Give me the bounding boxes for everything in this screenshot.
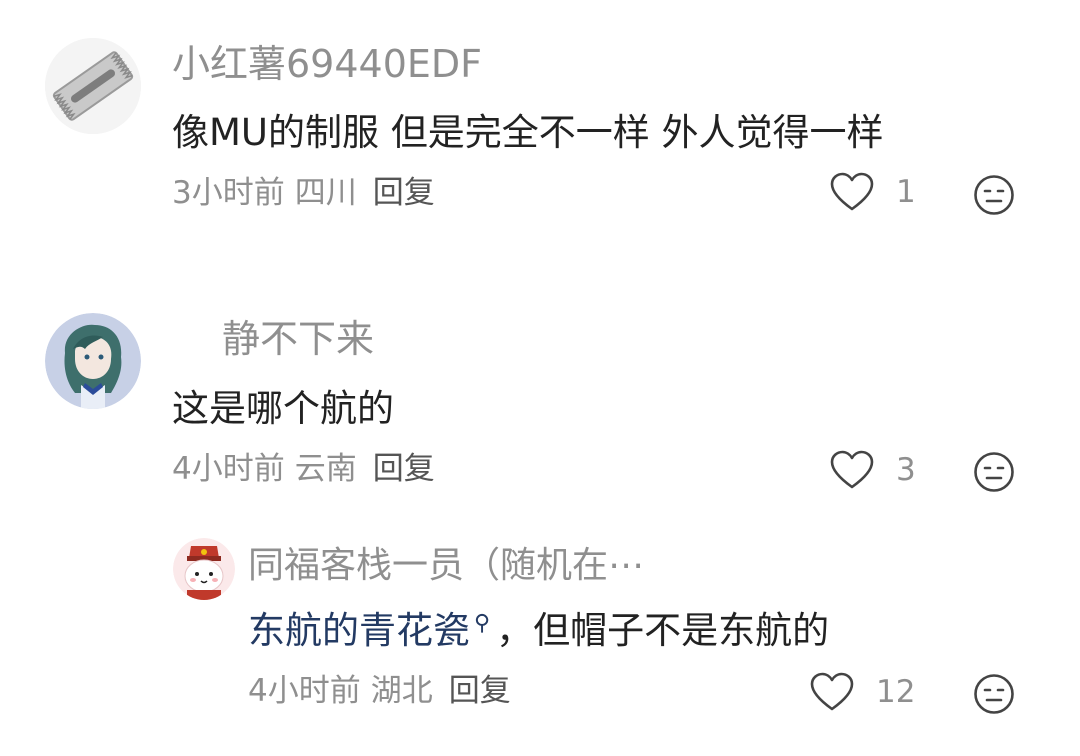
reply-1-username[interactable]: 同福客栈一员（随机在⋯ (248, 548, 644, 584)
comment-2-text: 这是哪个航的 (172, 387, 394, 430)
search-icon[interactable]: ⚲ (474, 611, 490, 636)
comment-1-text: 像MU的制服 但是完全不一样 外人觉得一样 (172, 111, 884, 154)
reply-1-meta: 4小时前 湖北 回复 (248, 676, 511, 707)
reply-1-text: 东航的青花瓷 ⚲ ，但帽子不是东航的 (248, 612, 829, 649)
avatar-reply-1[interactable] (173, 538, 235, 600)
comment-1-like-count: 1 (896, 173, 916, 210)
avatar-comment-1[interactable] (45, 38, 141, 134)
reply-1-dislike-button[interactable] (973, 673, 1015, 715)
razor-blade-avatar-image (45, 38, 141, 134)
anime-character-avatar-image (45, 313, 141, 409)
reply-1-like-button[interactable]: 12 (810, 672, 915, 712)
neutral-face-icon (974, 452, 1014, 492)
comment-2-meta: 4小时前 云南 回复 (172, 454, 435, 485)
reply-1-reply-button[interactable]: 回复 (449, 673, 511, 709)
neutral-face-icon (974, 175, 1014, 215)
heart-outline-icon (830, 172, 874, 211)
reply-1-search-link[interactable]: 东航的青花瓷 (248, 609, 470, 652)
comment-1-location: 四川 (294, 175, 357, 211)
comment-2-time: 4小时前 (172, 451, 285, 487)
comment-2-like-button[interactable]: 3 (830, 450, 916, 490)
comment-2-dislike-button[interactable] (973, 451, 1015, 493)
cartoon-mascot-avatar-image (173, 538, 235, 600)
neutral-face-icon (974, 674, 1014, 714)
reply-1-location: 湖北 (370, 673, 433, 709)
reply-1-text-rest: ，但帽子不是东航的 (496, 609, 830, 652)
heart-outline-icon (810, 672, 854, 711)
comment-1-reply-button[interactable]: 回复 (373, 175, 435, 211)
comment-1-like-button[interactable]: 1 (830, 172, 916, 212)
comment-1-meta: 3小时前 四川 回复 (172, 178, 435, 209)
comment-1-time: 3小时前 (172, 175, 285, 211)
reply-1-like-count: 12 (876, 673, 916, 710)
comment-1-username[interactable]: 小红薯69440EDF (172, 45, 482, 83)
comment-2-location: 云南 (294, 451, 357, 487)
comment-1-dislike-button[interactable] (973, 174, 1015, 216)
reply-1-time: 4小时前 (248, 673, 361, 709)
avatar-comment-2[interactable] (45, 313, 141, 409)
comment-2-like-count: 3 (896, 451, 916, 488)
comment-2-reply-button[interactable]: 回复 (373, 451, 435, 487)
heart-outline-icon (830, 450, 874, 489)
comment-2-username[interactable]: 静不下来 (222, 320, 374, 358)
